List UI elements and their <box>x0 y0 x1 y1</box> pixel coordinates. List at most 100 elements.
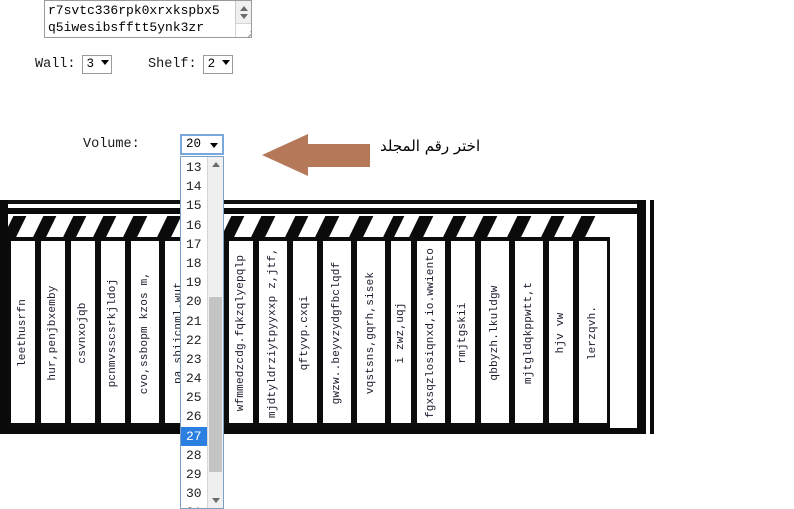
resize-grip-icon[interactable] <box>235 23 251 37</box>
spinner-up-icon[interactable] <box>240 6 248 11</box>
wall-select[interactable]: 3 <box>81 55 112 74</box>
book-bottom-edge <box>323 423 351 428</box>
volume-option[interactable]: 26 <box>181 407 208 426</box>
book-spine: fgxsqzlosiqnxd,io.wwiento <box>414 237 448 428</box>
volume-select-value: 20 <box>186 137 202 151</box>
spinner-control[interactable] <box>235 1 251 24</box>
book-bottom-edge <box>101 423 125 428</box>
volume-option[interactable]: 28 <box>181 446 208 465</box>
book-spine: i zwz,uqj <box>388 237 414 428</box>
book-top-edge <box>71 237 95 241</box>
spinner-down-icon[interactable] <box>240 14 248 19</box>
book-spine-label: lerzqvh. <box>587 305 599 360</box>
volume-dropdown-list[interactable]: 1314151617181920212223242526272829303132 <box>180 156 224 509</box>
book-top-wedge <box>8 216 27 238</box>
dropdown-scrollbar[interactable] <box>207 157 223 508</box>
book-spine-label: fgxsqzlosiqnxd,io.wwiento <box>425 247 437 418</box>
book-top-wedge <box>506 216 532 238</box>
book-spine: rmjtgskii <box>448 237 478 428</box>
scrollbar-thumb[interactable] <box>209 297 222 472</box>
book-spine-label: mjtgldqkppwtt,t <box>523 281 535 384</box>
book-spine-label: csvnxojqb <box>77 301 89 364</box>
shelf-select[interactable]: 2 <box>202 55 233 74</box>
book-top-edge <box>481 237 509 241</box>
book-top-edge <box>417 237 445 241</box>
volume-select[interactable]: 20 <box>180 134 224 155</box>
book-top-wedge <box>570 216 596 238</box>
volume-option[interactable]: 15 <box>181 196 208 215</box>
volume-option-list[interactable]: 1314151617181920212223242526272829303132 <box>181 157 208 508</box>
annotation-text: اختر رقم المجلد <box>380 137 481 155</box>
code-textarea[interactable]: r7svtc336rpk0xrxkspbx5q5iwesibsfftt5ynk3… <box>44 0 252 38</box>
book-spine-label: qbbyzh.lkuldgw <box>489 284 501 381</box>
shelf-right-post <box>637 200 646 434</box>
volume-option[interactable]: 29 <box>181 465 208 484</box>
wall-label: Wall: <box>35 57 76 72</box>
wall-group: Wall: 3 <box>35 55 112 74</box>
book-top-edge <box>259 237 287 241</box>
book-bottom-edge <box>259 423 287 428</box>
volume-option[interactable]: 25 <box>181 388 208 407</box>
book-top-edge <box>391 237 411 241</box>
chevron-down-icon <box>210 143 218 148</box>
volume-option[interactable]: 31 <box>181 503 208 508</box>
volume-option[interactable]: 22 <box>181 331 208 350</box>
book-spine: mjdtyldrziytpyyxxp z,jtf, <box>256 237 290 428</box>
book-top-wedge <box>442 216 467 238</box>
book-bottom-edge <box>391 423 411 428</box>
volume-option[interactable]: 30 <box>181 484 208 503</box>
book-tops-band <box>8 216 637 238</box>
volume-option[interactable]: 17 <box>181 235 208 254</box>
book-spine: lerzqvh. <box>576 237 610 428</box>
book-bottom-edge <box>451 423 475 428</box>
book-spine-label: qftyvp.cxqi <box>299 295 311 370</box>
book-row: leethusrfn hur,penjbxemby csvnxojqb pcnmvss… <box>8 237 637 428</box>
book-spine: wfmmedzcdg.fqkzqlyepqlp <box>226 237 256 428</box>
book-top-wedge <box>62 216 87 238</box>
volume-option[interactable]: 23 <box>181 350 208 369</box>
volume-option[interactable]: 20 <box>181 292 208 311</box>
bookshelf-illustration: leethusrfn hur,penjbxemby csvnxojqb pcnmvss… <box>0 196 660 446</box>
book-top-wedge <box>250 216 276 238</box>
book-bottom-edge <box>549 423 573 428</box>
volume-option[interactable]: 16 <box>181 216 208 235</box>
volume-option[interactable]: 13 <box>181 158 208 177</box>
scroll-up-arrow-icon[interactable] <box>208 157 223 173</box>
book-spine: mjtgldqkppwtt,t <box>512 237 546 428</box>
volume-row: Volume: <box>83 136 140 152</box>
book-spine-label: mjdtyldrziytpyyxxp z,jtf, <box>267 247 279 418</box>
scroll-down-arrow-icon[interactable] <box>208 492 223 508</box>
volume-option[interactable]: 14 <box>181 177 208 196</box>
book-bottom-edge <box>71 423 95 428</box>
book-top-wedge <box>92 216 117 238</box>
book-bottom-edge <box>515 423 543 428</box>
volume-option[interactable]: 18 <box>181 254 208 273</box>
book-top-wedge <box>472 216 498 238</box>
book-top-wedge <box>122 216 148 238</box>
book-top-edge <box>323 237 351 241</box>
volume-option[interactable]: 27 <box>181 426 208 446</box>
shelf-right-post-outer <box>650 200 654 434</box>
book-spine-label: pcnmvsscsrkjldoj <box>107 278 119 387</box>
shelf-top-rail-inner <box>0 208 645 214</box>
volume-option[interactable]: 24 <box>181 369 208 388</box>
book-bottom-edge <box>41 423 65 428</box>
book-spine-label: i zwz,uqj <box>395 301 407 364</box>
book-spine: qbbyzh.lkuldgw <box>478 237 512 428</box>
book-bottom-edge <box>417 423 445 428</box>
shelf-bottom-rail <box>0 428 645 434</box>
left-pointing-arrow-icon <box>262 134 370 177</box>
book-top-edge <box>451 237 475 241</box>
book-spine: hjv vw <box>546 237 576 428</box>
book-top-wedge <box>540 216 565 238</box>
book-top-wedge <box>382 216 405 238</box>
volume-option[interactable]: 19 <box>181 273 208 292</box>
book-spine: leethusrfn <box>8 237 38 428</box>
code-textarea-value: r7svtc336rpk0xrxkspbx5q5iwesibsfftt5ynk3… <box>48 3 220 35</box>
book-bottom-edge <box>229 423 253 428</box>
volume-option[interactable]: 21 <box>181 312 208 331</box>
book-top-edge <box>131 237 159 241</box>
book-spine-label: gwzw..beyvzydgfbclqdf <box>331 261 343 404</box>
book-spine: gwzw..beyvzydgfbclqdf <box>320 237 354 428</box>
book-spine: pcnmvsscsrkjldoj <box>98 237 128 428</box>
